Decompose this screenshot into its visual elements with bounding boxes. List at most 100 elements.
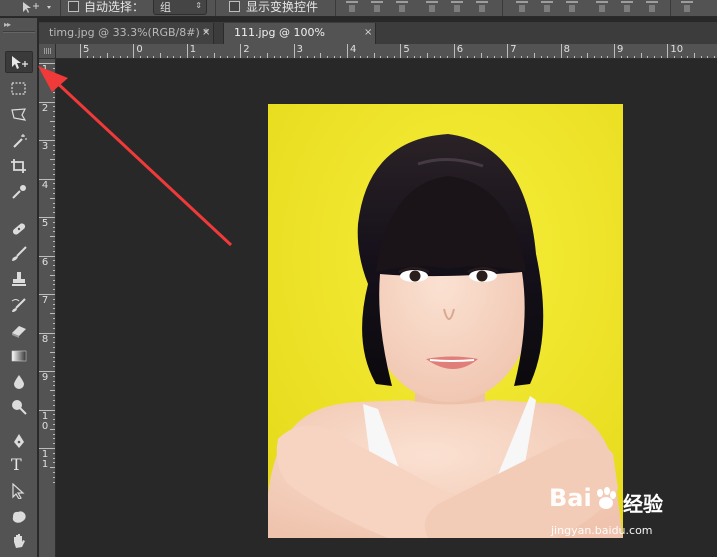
lasso-tool[interactable] — [5, 104, 33, 126]
drop-icon — [14, 375, 24, 389]
dropdown-arrows-icon: ⇕ — [195, 1, 202, 10]
ruler-subtick — [520, 56, 522, 58]
history-brush-tool[interactable] — [5, 294, 33, 316]
align-top-icon[interactable] — [345, 1, 359, 13]
ruler-label: 2 — [41, 102, 49, 114]
close-icon[interactable]: × — [364, 23, 372, 43]
hand-tool[interactable] — [5, 530, 33, 552]
eyedropper-tool[interactable] — [5, 181, 33, 203]
align-hcenter-icon[interactable] — [450, 1, 464, 13]
distribute-left-icon[interactable] — [595, 1, 609, 13]
eraser-tool[interactable] — [5, 320, 33, 342]
ruler-subtick — [313, 56, 315, 58]
tab-111[interactable]: 111.jpg @ 100%(RGB/8#) × — [223, 23, 376, 59]
options-bar: 自动选择： 组 ⇕ 显示变换控件 — [0, 0, 717, 17]
ruler-subtick — [53, 308, 55, 310]
ruler-label: 3 — [296, 44, 303, 55]
gradient-tool[interactable] — [5, 345, 33, 367]
ruler-subtick — [53, 183, 55, 185]
separator — [502, 0, 503, 16]
show-transform-checkbox[interactable] — [229, 1, 240, 12]
path-selection-tool[interactable] — [5, 480, 33, 502]
brush-tool[interactable] — [5, 243, 33, 265]
align-left-icon[interactable] — [425, 1, 439, 13]
ruler-subtick — [53, 260, 55, 262]
ruler-label: 5 — [403, 44, 410, 55]
ruler-subtick — [333, 56, 335, 58]
horizontal-ruler[interactable]: 501234567891011 — [56, 44, 717, 59]
ruler-subtick — [53, 154, 55, 156]
ruler-subtick — [53, 337, 55, 339]
separator — [670, 0, 671, 16]
align-vcenter-icon[interactable] — [370, 1, 384, 13]
ruler-subtick — [53, 419, 55, 421]
ruler-subtick — [373, 53, 375, 58]
ruler-subtick — [413, 56, 415, 58]
close-icon[interactable]: × — [202, 23, 210, 43]
ruler-subtick — [226, 56, 228, 58]
tools-panel: ▸▸ T — [0, 18, 38, 557]
ruler-subtick — [353, 56, 355, 58]
ruler-label: 1 — [189, 44, 197, 55]
ruler-subtick — [600, 56, 602, 58]
brush-icon — [12, 246, 27, 261]
shape-tool[interactable] — [5, 506, 33, 528]
ruler-subtick — [173, 56, 175, 58]
tab-label: timg.jpg @ 33.3%(RGB/8#) * — [49, 26, 209, 39]
dodge-tool[interactable] — [5, 396, 33, 418]
distribute-right-icon[interactable] — [645, 1, 659, 13]
document-image[interactable] — [268, 104, 623, 538]
ruler-subtick — [53, 318, 55, 320]
distribute-vcenter-icon[interactable] — [540, 1, 554, 13]
clone-stamp-tool[interactable] — [5, 268, 33, 290]
type-tool[interactable]: T — [5, 455, 33, 477]
ruler-origin[interactable] — [39, 44, 56, 59]
distribute-top-icon[interactable] — [515, 1, 529, 13]
ruler-subtick — [50, 351, 55, 353]
align-right-icon[interactable] — [475, 1, 489, 13]
align-bottom-icon[interactable] — [395, 1, 409, 13]
ruler-subtick — [53, 241, 55, 243]
ruler-subtick — [367, 56, 369, 58]
vertical-ruler[interactable]: 1234567891011 — [39, 59, 56, 557]
magic-wand-tool[interactable] — [5, 130, 33, 152]
pen-tool[interactable] — [5, 430, 33, 452]
panel-collapse-icon[interactable]: ▸▸ — [4, 20, 11, 29]
auto-align-icon[interactable] — [680, 1, 694, 13]
dodge-icon — [12, 400, 27, 415]
ruler-subtick — [53, 135, 55, 137]
ruler-subtick — [53, 380, 55, 382]
crop-tool[interactable] — [5, 155, 33, 177]
ruler-subtick — [53, 91, 55, 93]
ruler-subtick — [700, 56, 702, 58]
stamp-icon — [12, 272, 26, 286]
ruler-tick — [453, 44, 455, 58]
hand-icon — [14, 534, 25, 548]
tab-timg[interactable]: timg.jpg @ 33.3%(RGB/8#) * × — [39, 23, 214, 44]
ruler-subtick — [587, 53, 589, 58]
ruler-label: 9 — [617, 44, 624, 55]
ruler-subtick — [326, 56, 328, 58]
ruler-subtick — [53, 188, 55, 190]
marquee-tool[interactable] — [5, 78, 33, 100]
auto-select-checkbox[interactable] — [68, 1, 79, 12]
ruler-subtick — [53, 192, 55, 194]
blur-tool[interactable] — [5, 371, 33, 393]
move-tool[interactable] — [5, 51, 33, 73]
tool-preset-picker[interactable] — [20, 0, 56, 16]
healing-brush-tool[interactable] — [5, 218, 33, 240]
distribute-hcenter-icon[interactable] — [620, 1, 634, 13]
ruler-subtick — [634, 56, 636, 58]
ruler-subtick — [86, 56, 88, 58]
auto-select-label: 自动选择： — [84, 0, 145, 14]
ruler-subtick — [53, 130, 55, 132]
separator — [60, 0, 61, 16]
panel-grip[interactable] — [3, 31, 35, 33]
ruler-subtick — [50, 274, 55, 276]
ruler-subtick — [50, 82, 55, 84]
ruler-subtick — [53, 115, 55, 117]
auto-select-dropdown[interactable]: 组 ⇕ — [153, 0, 207, 15]
ruler-label: 0 — [41, 420, 49, 432]
distribute-bottom-icon[interactable] — [565, 1, 579, 13]
move-tool-preset-icon — [23, 2, 51, 13]
